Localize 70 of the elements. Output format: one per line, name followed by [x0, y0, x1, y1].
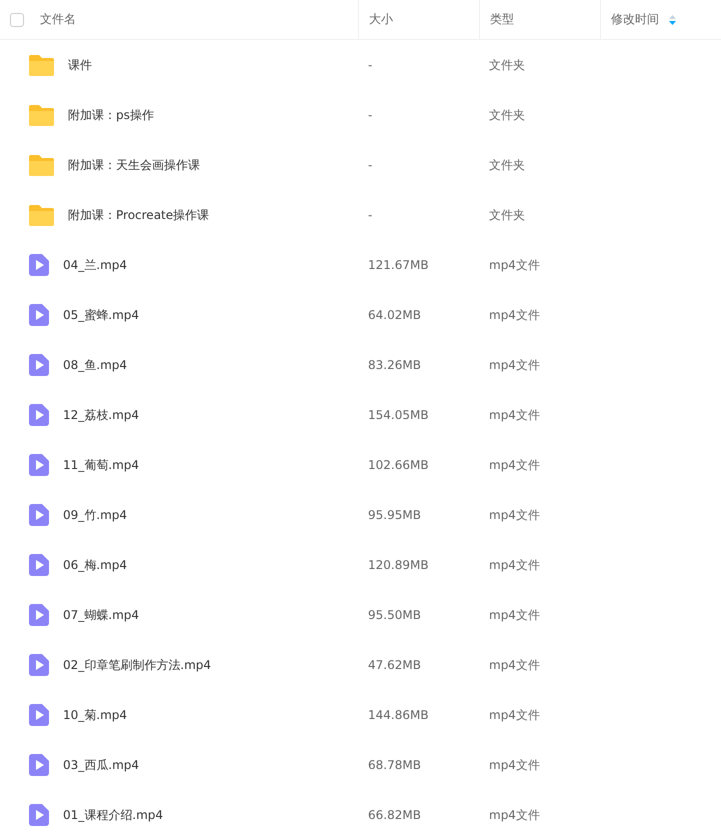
column-header[interactable]: 修改时间	[611, 11, 659, 28]
file-size: -	[367, 158, 374, 172]
file-type: mp4文件	[488, 806, 541, 824]
video-file-icon	[29, 354, 49, 376]
file-type: mp4文件	[488, 506, 541, 524]
file-size: 66.82MB	[367, 808, 422, 822]
file-type: mp4文件	[488, 656, 541, 674]
file-name[interactable]: 07_蝴蝶.mp4	[63, 606, 140, 624]
file-name[interactable]: 03_西瓜.mp4	[63, 756, 140, 774]
file-type: mp4文件	[488, 406, 541, 424]
video-file-icon	[29, 804, 49, 826]
file-size: 144.86MB	[367, 708, 430, 722]
folder-icon	[29, 104, 54, 126]
file-type: mp4文件	[488, 706, 541, 724]
video-file-icon	[29, 654, 49, 676]
file-size: 83.26MB	[367, 358, 422, 372]
file-size: 95.95MB	[367, 508, 422, 522]
file-name[interactable]: 附加课：ps操作	[68, 106, 154, 124]
folder-icon	[29, 54, 54, 76]
file-name[interactable]: 08_鱼.mp4	[63, 356, 128, 374]
file-size: 47.62MB	[367, 658, 422, 672]
file-name[interactable]: 05_蜜蜂.mp4	[63, 306, 140, 324]
file-size: 102.66MB	[367, 458, 430, 472]
file-type: 文件夹	[488, 206, 526, 224]
file-name[interactable]: 12_荔枝.mp4	[63, 406, 140, 424]
video-file-icon	[29, 254, 49, 276]
file-name[interactable]: 06_梅.mp4	[63, 556, 128, 574]
file-size: 120.89MB	[367, 558, 430, 572]
column-header[interactable]: 文件名	[40, 11, 76, 28]
file-size: -	[367, 58, 374, 72]
file-size: 154.05MB	[367, 408, 430, 422]
file-type: mp4文件	[488, 756, 541, 774]
file-type: 文件夹	[488, 56, 526, 74]
folder-icon	[29, 154, 54, 176]
video-file-icon	[29, 554, 49, 576]
file-name[interactable]: 04_兰.mp4	[63, 256, 128, 274]
file-type: mp4文件	[488, 306, 541, 324]
file-type: mp4文件	[488, 556, 541, 574]
file-size: -	[367, 208, 374, 222]
file-name[interactable]: 10_菊.mp4	[63, 706, 128, 724]
file-name[interactable]: 附加课：Procreate操作课	[68, 206, 210, 224]
file-name[interactable]: 11_葡萄.mp4	[63, 456, 140, 474]
file-type: 文件夹	[488, 106, 526, 124]
video-file-icon	[29, 704, 49, 726]
file-name[interactable]: 附加课：天生会画操作课	[68, 156, 200, 174]
video-file-icon	[29, 404, 49, 426]
file-name[interactable]: 课件	[68, 56, 92, 74]
file-type: mp4文件	[488, 606, 541, 624]
file-name[interactable]: 01_课程介绍.mp4	[63, 806, 164, 824]
file-size: -	[367, 108, 374, 122]
file-size: 64.02MB	[367, 308, 422, 322]
video-file-icon	[29, 304, 49, 326]
folder-icon	[29, 204, 54, 226]
file-type: mp4文件	[488, 256, 541, 274]
file-type: mp4文件	[488, 356, 541, 374]
video-file-icon	[29, 454, 49, 476]
column-header[interactable]: 类型	[490, 11, 514, 28]
file-size: 121.67MB	[367, 258, 430, 272]
file-name[interactable]: 02_印章笔刷制作方法.mp4	[63, 656, 212, 674]
file-size: 68.78MB	[367, 758, 422, 772]
select-all-checkbox[interactable]	[10, 12, 24, 26]
column-header[interactable]: 大小	[369, 11, 393, 28]
file-name[interactable]: 09_竹.mp4	[63, 506, 128, 524]
video-file-icon	[29, 754, 49, 776]
video-file-icon	[29, 604, 49, 626]
file-type: 文件夹	[488, 156, 526, 174]
video-file-icon	[29, 504, 49, 526]
file-type: mp4文件	[488, 456, 541, 474]
sort-icon[interactable]	[669, 14, 676, 24]
file-size: 95.50MB	[367, 608, 422, 622]
